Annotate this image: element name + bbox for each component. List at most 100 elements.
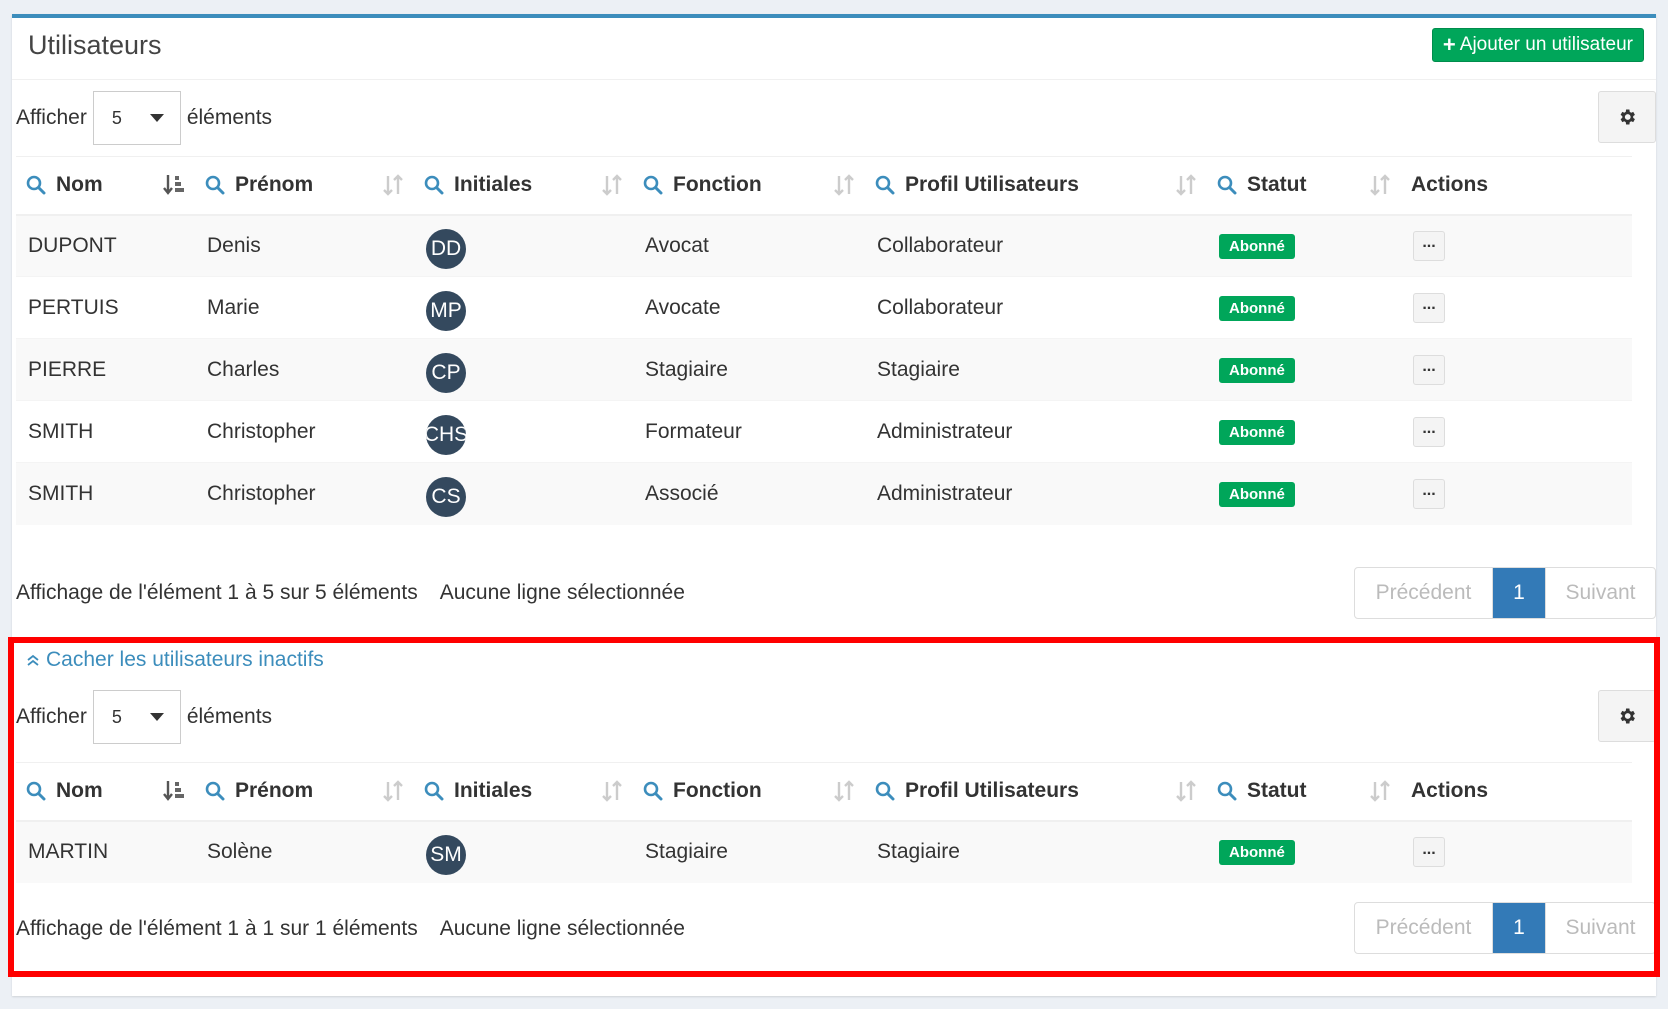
pagination-previous[interactable]: Précédent	[1355, 568, 1493, 618]
pagination-next[interactable]: Suivant	[1545, 568, 1655, 618]
gear-icon	[1620, 708, 1635, 724]
cell-nom: MARTIN	[16, 820, 195, 883]
inactive-length-select[interactable]: 5	[92, 690, 181, 744]
avatar: SM	[426, 835, 466, 875]
col-header-profil[interactable]: Profil Utilisateurs	[865, 156, 1207, 216]
info-count: Affichage de l'élément 1 à 5 sur 5 éléme…	[16, 581, 418, 604]
search-icon[interactable]	[875, 781, 895, 801]
sort-icon[interactable]	[1175, 173, 1197, 197]
col-header-initiales[interactable]: Initiales	[414, 762, 633, 822]
pagination-previous[interactable]: Précédent	[1355, 903, 1493, 953]
col-header-initiales[interactable]: Initiales	[414, 156, 633, 216]
pagination-next[interactable]: Suivant	[1545, 903, 1655, 953]
sort-icon[interactable]	[601, 173, 623, 197]
avatar: CP	[426, 352, 466, 393]
avatar: DD	[426, 228, 466, 269]
sort-icon[interactable]	[1175, 779, 1197, 803]
page-title: Utilisateurs	[28, 30, 162, 60]
cell-prenom: Christopher	[195, 462, 414, 525]
cell-profil: Stagiaire	[865, 820, 1207, 883]
length-value: 5	[111, 706, 122, 727]
pagination-page-1[interactable]: 1	[1493, 568, 1545, 618]
active-settings-button[interactable]	[1598, 91, 1656, 143]
info-count: Affichage de l'élément 1 à 1 sur 1 éléme…	[16, 917, 418, 940]
inactive-settings-button[interactable]	[1598, 690, 1656, 742]
cell-nom: DUPONT	[16, 214, 195, 277]
cell-prenom: Charles	[195, 338, 414, 401]
search-icon[interactable]	[26, 781, 46, 801]
gear-icon	[1620, 109, 1635, 125]
col-label: Actions	[1411, 173, 1489, 197]
caret-down-icon	[149, 114, 164, 122]
sort-alpha-asc-icon[interactable]	[163, 173, 185, 197]
sort-icon[interactable]	[833, 173, 855, 197]
cell-prenom: Denis	[195, 214, 414, 277]
inactive-table-info: Affichage de l'élément 1 à 1 sur 1 éléme…	[16, 917, 685, 941]
col-label: Initiales	[454, 779, 533, 803]
cell-profil: Collaborateur	[865, 214, 1207, 277]
search-icon[interactable]	[643, 175, 663, 195]
col-header-nom[interactable]: Nom	[16, 762, 195, 822]
hide-inactive-label: Cacher les utilisateurs inactifs	[46, 648, 324, 671]
sort-icon[interactable]	[1369, 779, 1391, 803]
col-label: Nom	[56, 779, 103, 803]
search-icon[interactable]	[26, 175, 46, 195]
sort-alpha-asc-icon[interactable]	[163, 779, 185, 803]
row-actions-button[interactable]: ...	[1413, 292, 1445, 323]
search-icon[interactable]	[424, 175, 444, 195]
col-header-nom[interactable]: Nom	[16, 156, 195, 216]
row-actions-button[interactable]: ...	[1413, 354, 1445, 385]
length-prefix: Afficher	[16, 106, 87, 129]
col-header-actions: Actions	[1401, 156, 1632, 216]
col-header-prenom[interactable]: Prénom	[195, 156, 414, 216]
row-actions-button[interactable]: ...	[1413, 230, 1445, 261]
cell-profil: Administrateur	[865, 462, 1207, 525]
inactive-pagination: Précédent 1 Suivant	[1354, 902, 1656, 954]
active-length-select[interactable]: 5	[92, 91, 181, 145]
col-label: Profil Utilisateurs	[905, 779, 1079, 803]
search-icon[interactable]	[424, 781, 444, 801]
search-icon[interactable]	[1217, 781, 1237, 801]
ellipsis-icon: ...	[1422, 234, 1436, 252]
cell-prenom: Christopher	[195, 400, 414, 463]
row-actions-button[interactable]: ...	[1413, 478, 1445, 509]
col-header-prenom[interactable]: Prénom	[195, 762, 414, 822]
hide-inactive-link[interactable]: Cacher les utilisateurs inactifs	[26, 648, 324, 672]
col-label: Profil Utilisateurs	[905, 173, 1079, 197]
sort-icon[interactable]	[382, 173, 404, 197]
table-row[interactable]: SMITH Christopher CHS Formateur Administ…	[16, 400, 1632, 463]
row-actions-button[interactable]: ...	[1413, 837, 1445, 867]
sort-icon[interactable]	[1369, 173, 1391, 197]
search-icon[interactable]	[205, 175, 225, 195]
sort-icon[interactable]	[833, 779, 855, 803]
status-badge: Abonné	[1219, 481, 1295, 507]
table-row[interactable]: PERTUIS Marie MP Avocate Collaborateur A…	[16, 276, 1632, 339]
search-icon[interactable]	[205, 781, 225, 801]
caret-down-icon	[149, 713, 164, 721]
col-header-fonction[interactable]: Fonction	[633, 762, 865, 822]
table-row[interactable]: PIERRE Charles CP Stagiaire Stagiaire Ab…	[16, 338, 1632, 401]
pagination-page-1[interactable]: 1	[1493, 903, 1545, 953]
row-actions-button[interactable]: ...	[1413, 416, 1445, 447]
col-label: Statut	[1247, 173, 1307, 197]
avatar: MP	[426, 290, 466, 331]
search-icon[interactable]	[875, 175, 895, 195]
table-row[interactable]: SMITH Christopher CS Associé Administrat…	[16, 462, 1632, 525]
col-header-statut[interactable]: Statut	[1207, 156, 1401, 216]
length-suffix: éléments	[186, 106, 273, 129]
col-header-statut[interactable]: Statut	[1207, 762, 1401, 822]
sort-icon[interactable]	[601, 779, 623, 803]
search-icon[interactable]	[643, 781, 663, 801]
table-row[interactable]: DUPONT Denis DD Avocat Collaborateur Abo…	[16, 214, 1632, 277]
col-header-profil[interactable]: Profil Utilisateurs	[865, 762, 1207, 822]
sort-icon[interactable]	[382, 779, 404, 803]
ellipsis-icon: ...	[1422, 840, 1436, 858]
col-header-fonction[interactable]: Fonction	[633, 156, 865, 216]
info-selection: Aucune ligne sélectionnée	[439, 917, 685, 940]
active-table-info: Affichage de l'élément 1 à 5 sur 5 éléme…	[16, 581, 685, 605]
search-icon[interactable]	[1217, 175, 1237, 195]
add-user-button[interactable]: + Ajouter un utilisateur	[1431, 28, 1644, 62]
avatar: CHS	[426, 414, 466, 455]
table-row[interactable]: MARTIN Solène SM Stagiaire Stagiaire Abo…	[16, 820, 1632, 883]
plus-icon: +	[1442, 32, 1456, 57]
